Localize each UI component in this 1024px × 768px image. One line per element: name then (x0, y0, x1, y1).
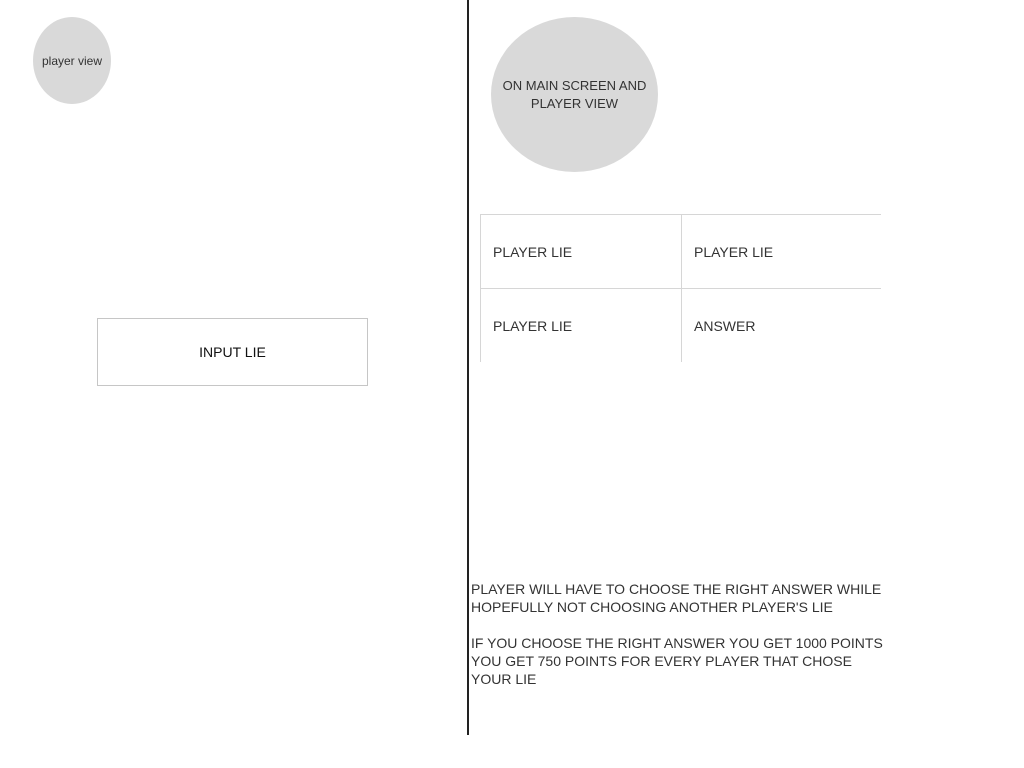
grid-cell-answer[interactable]: ANSWER (682, 289, 882, 362)
grid-cell-player-lie-3[interactable]: PLAYER LIE (481, 289, 681, 362)
main-screen-label: ON MAIN SCREEN AND PLAYER VIEW (491, 17, 658, 172)
grid-cell-player-lie-2[interactable]: PLAYER LIE (682, 215, 882, 288)
panel-divider (467, 0, 469, 735)
grid-cell-label: PLAYER LIE (694, 243, 774, 260)
instructions-paragraph-2: IF YOU CHOOSE THE RIGHT ANSWER YOU GET 1… (471, 635, 883, 687)
grid-cell-label: PLAYER LIE (493, 317, 573, 334)
main-screen-text: ON MAIN SCREEN AND PLAYER VIEW (502, 77, 647, 111)
input-lie-box[interactable]: INPUT LIE (97, 318, 368, 386)
grid-cell-label: PLAYER LIE (493, 243, 573, 260)
input-lie-label: INPUT LIE (199, 344, 266, 360)
grid-cell-player-lie-1[interactable]: PLAYER LIE (481, 215, 681, 288)
player-view-label: player view (33, 17, 111, 104)
answer-grid: PLAYER LIE PLAYER LIE PLAYER LIE ANSWER (480, 214, 882, 362)
instructions-paragraph-1: PLAYER WILL HAVE TO CHOOSE THE RIGHT ANS… (471, 581, 882, 615)
instructions-text: PLAYER WILL HAVE TO CHOOSE THE RIGHT ANS… (471, 580, 891, 706)
player-view-text: player view (41, 53, 103, 68)
grid-cell-label: ANSWER (694, 317, 756, 334)
